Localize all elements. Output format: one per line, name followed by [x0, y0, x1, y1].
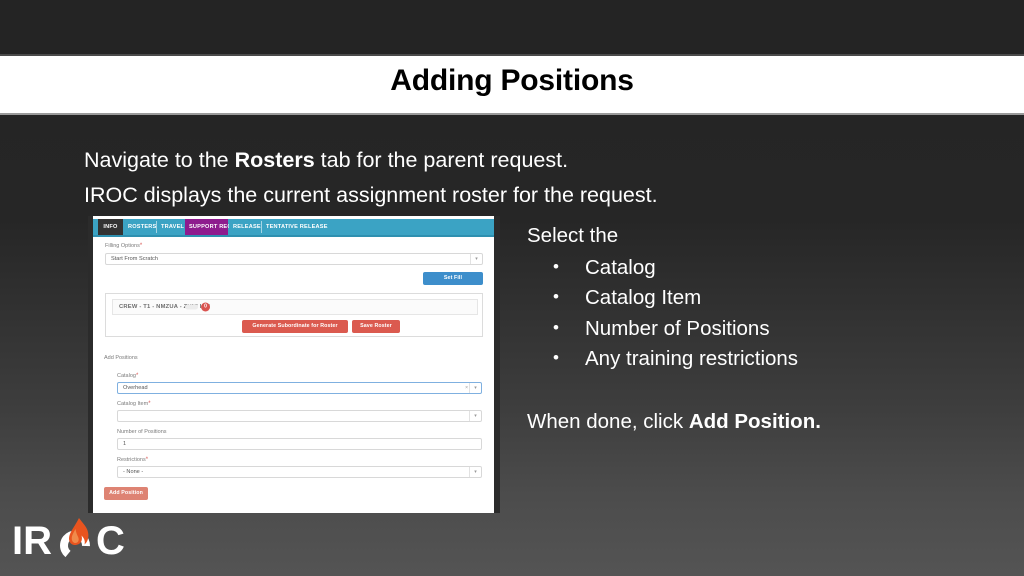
chevron-down-icon[interactable]: ▾ [470, 254, 482, 264]
table-row[interactable]: CREW - T1 - NMZUA - ZUNI IHC 0 [112, 299, 478, 315]
chevron-down-icon[interactable]: ▾ [469, 383, 481, 393]
tab-support-req[interactable]: SUPPORT REQ [185, 219, 232, 235]
flame-icon [69, 518, 89, 545]
tab-bar-underline [93, 235, 494, 237]
number-of-positions-value: 1 [123, 441, 127, 447]
catalog-value: Overhead [123, 385, 148, 391]
closing-pre: When done, click [527, 409, 689, 433]
app-screenshot: INFO ROSTERS TRAVEL SUPPORT REQ RELEASE … [88, 216, 500, 513]
page-title: Adding Positions [390, 64, 634, 97]
catalog-item-select[interactable]: ▾ [117, 410, 482, 422]
iroc-logo-text-c: C [96, 519, 125, 563]
lead-line-1-post: tab for the parent request. [314, 148, 569, 172]
lead-line-1: Navigate to the Rosters tab for the pare… [84, 143, 904, 178]
tab-tentative-release[interactable]: TENTATIVE RELEASE [262, 219, 327, 235]
filling-options-select[interactable]: Start From Scratch ▾ [105, 253, 483, 265]
chevron-down-icon[interactable]: ▾ [469, 467, 481, 477]
slide: Adding Positions Navigate to the Rosters… [0, 0, 1024, 576]
list-item: Any training restrictions [553, 343, 927, 375]
list-item: Catalog [553, 252, 927, 284]
instructions-bullet-list: Catalog Catalog Item Number of Positions… [527, 252, 927, 375]
catalog-item-label-text: Catalog Item [117, 401, 149, 407]
iroc-logo: IR C [12, 512, 132, 564]
app-tab-bar: INFO ROSTERS TRAVEL SUPPORT REQ RELEASE … [93, 219, 494, 235]
save-roster-button[interactable]: Save Roster [352, 320, 400, 333]
catalog-item-label: Catalog Item* [117, 401, 151, 407]
required-asterisk: * [135, 373, 139, 379]
add-position-button[interactable]: Add Position [104, 487, 148, 500]
filling-options-value: Start From Scratch [111, 256, 158, 262]
set-fill-button[interactable]: Set Fill [423, 272, 483, 285]
catalog-select[interactable]: Overhead × ▾ [117, 382, 482, 394]
add-positions-heading: Add Positions [104, 355, 138, 361]
iroc-logo-icon: IR C [12, 518, 125, 563]
restrictions-select[interactable]: - None - ▾ [117, 466, 482, 478]
rosters-emphasis: Rosters [234, 148, 315, 172]
list-item: Catalog Item [553, 282, 927, 314]
chevron-down-icon[interactable]: ▾ [469, 411, 481, 421]
iroc-logo-text: IR [12, 519, 52, 563]
top-dark-band [0, 0, 1024, 54]
instructions-intro: Select the [527, 224, 619, 247]
tab-release[interactable]: RELEASE [229, 219, 261, 235]
tab-info[interactable]: INFO [98, 219, 123, 235]
roster-toggle-pill[interactable] [185, 304, 198, 310]
list-item: Number of Positions [553, 313, 927, 345]
tab-rosters[interactable]: ROSTERS [124, 219, 156, 235]
generate-subordinate-button[interactable]: Generate Subordinate for Roster [242, 320, 348, 333]
required-asterisk: * [145, 457, 149, 463]
number-of-positions-label: Number of Positions [117, 429, 167, 435]
restrictions-label: Restrictions* [117, 457, 148, 463]
lead-line-2: IROC displays the current assignment ros… [84, 183, 658, 207]
title-band-divider [0, 113, 1024, 115]
required-asterisk: * [139, 243, 143, 249]
filling-options-label: Filling Options* [105, 243, 142, 249]
instructions-closing: When done, click Add Position. [527, 407, 927, 438]
lead-line-1-pre: Navigate to the [84, 148, 235, 172]
app-screenshot-canvas: INFO ROSTERS TRAVEL SUPPORT REQ RELEASE … [93, 216, 494, 513]
catalog-label-text: Catalog [117, 373, 136, 379]
lead-paragraph: Navigate to the Rosters tab for the pare… [84, 143, 904, 213]
catalog-label: Catalog* [117, 373, 138, 379]
status-badge: 0 [201, 302, 210, 312]
required-asterisk: * [148, 401, 151, 407]
restrictions-label-text: Restrictions [117, 457, 146, 463]
add-position-emphasis: Add Position. [688, 409, 821, 433]
clear-icon[interactable]: × [465, 385, 468, 391]
instructions-column: Select the Catalog Catalog Item Number o… [527, 221, 927, 437]
restrictions-value: - None - [123, 469, 144, 475]
tab-travel[interactable]: TRAVEL [157, 219, 184, 235]
number-of-positions-input[interactable]: 1 [117, 438, 482, 450]
filling-options-label-text: Filling Options [105, 243, 140, 249]
roster-panel: CREW - T1 - NMZUA - ZUNI IHC 0 Generate … [105, 293, 483, 337]
